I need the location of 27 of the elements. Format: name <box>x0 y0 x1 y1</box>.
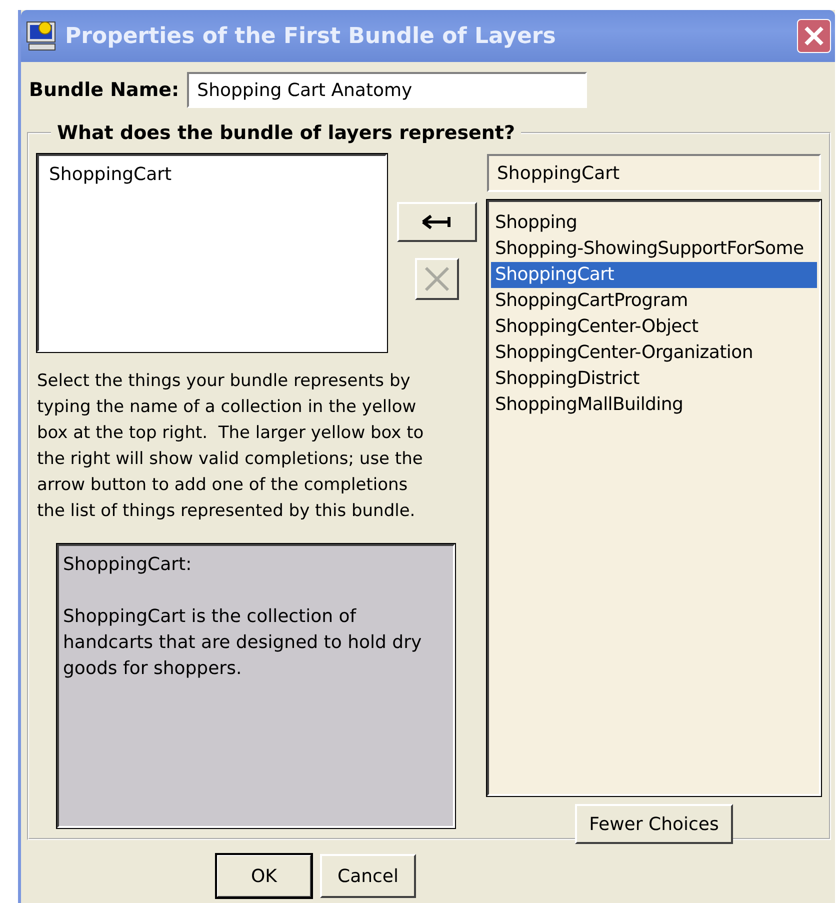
window-title: Properties of the First Bundle of Layers <box>65 24 557 48</box>
list-item[interactable]: ShoppingCart <box>491 262 817 288</box>
completions-list[interactable]: Shopping Shopping-ShowingSupportForSome ShoppingCart ShoppingCartProgram ShoppingCenter-Object ShoppingCenter-Organization ShoppingDistrict ShoppingMallBuilding <box>487 200 821 796</box>
list-item[interactable]: ShoppingDistrict <box>491 366 817 392</box>
bundle-name-field[interactable]: Shopping Cart Anatomy <box>187 72 588 108</box>
dialog-button[interactable]: OK <box>216 854 312 898</box>
list-item[interactable]: ShoppingCartProgram <box>491 288 817 314</box>
close-button[interactable] <box>797 19 831 53</box>
left-arrow-icon <box>421 214 453 230</box>
list-item[interactable]: ShoppingCart <box>45 162 379 188</box>
list-item[interactable]: Shopping-ShowingSupportForSome <box>491 236 817 262</box>
represented-list[interactable]: ShoppingCart <box>37 154 387 352</box>
fewer-choices-button[interactable]: Fewer Choices <box>575 804 733 844</box>
close-icon <box>803 25 825 47</box>
add-button[interactable] <box>397 202 477 242</box>
description-heading: ShoppingCart: <box>63 553 193 577</box>
x-icon <box>422 264 452 294</box>
description-text: ShoppingCart is the collection of handcarts that are designed to hold dry goods for shoppers. <box>63 605 423 681</box>
list-item[interactable]: ShoppingMallBuilding <box>491 392 817 418</box>
list-item[interactable]: ShoppingCenter-Object <box>491 314 817 340</box>
group-title: What does the bundle of layers represent? <box>56 122 516 144</box>
bundle-name-label: Bundle Name: <box>29 79 180 101</box>
list-item[interactable]: Shopping <box>491 210 817 236</box>
list-item[interactable]: ShoppingCenter-Organization <box>491 340 817 366</box>
dialog-button[interactable]: Cancel <box>320 854 416 898</box>
search-field[interactable]: ShoppingCart <box>487 154 821 192</box>
help-text: Select the things your bundle represents by typing the name of a collection in the yellow box at the top right. The larger yellow box to the right will show valid completions; use the arrow button to add one of the completions the list of things represented by this bundle. <box>37 370 425 523</box>
